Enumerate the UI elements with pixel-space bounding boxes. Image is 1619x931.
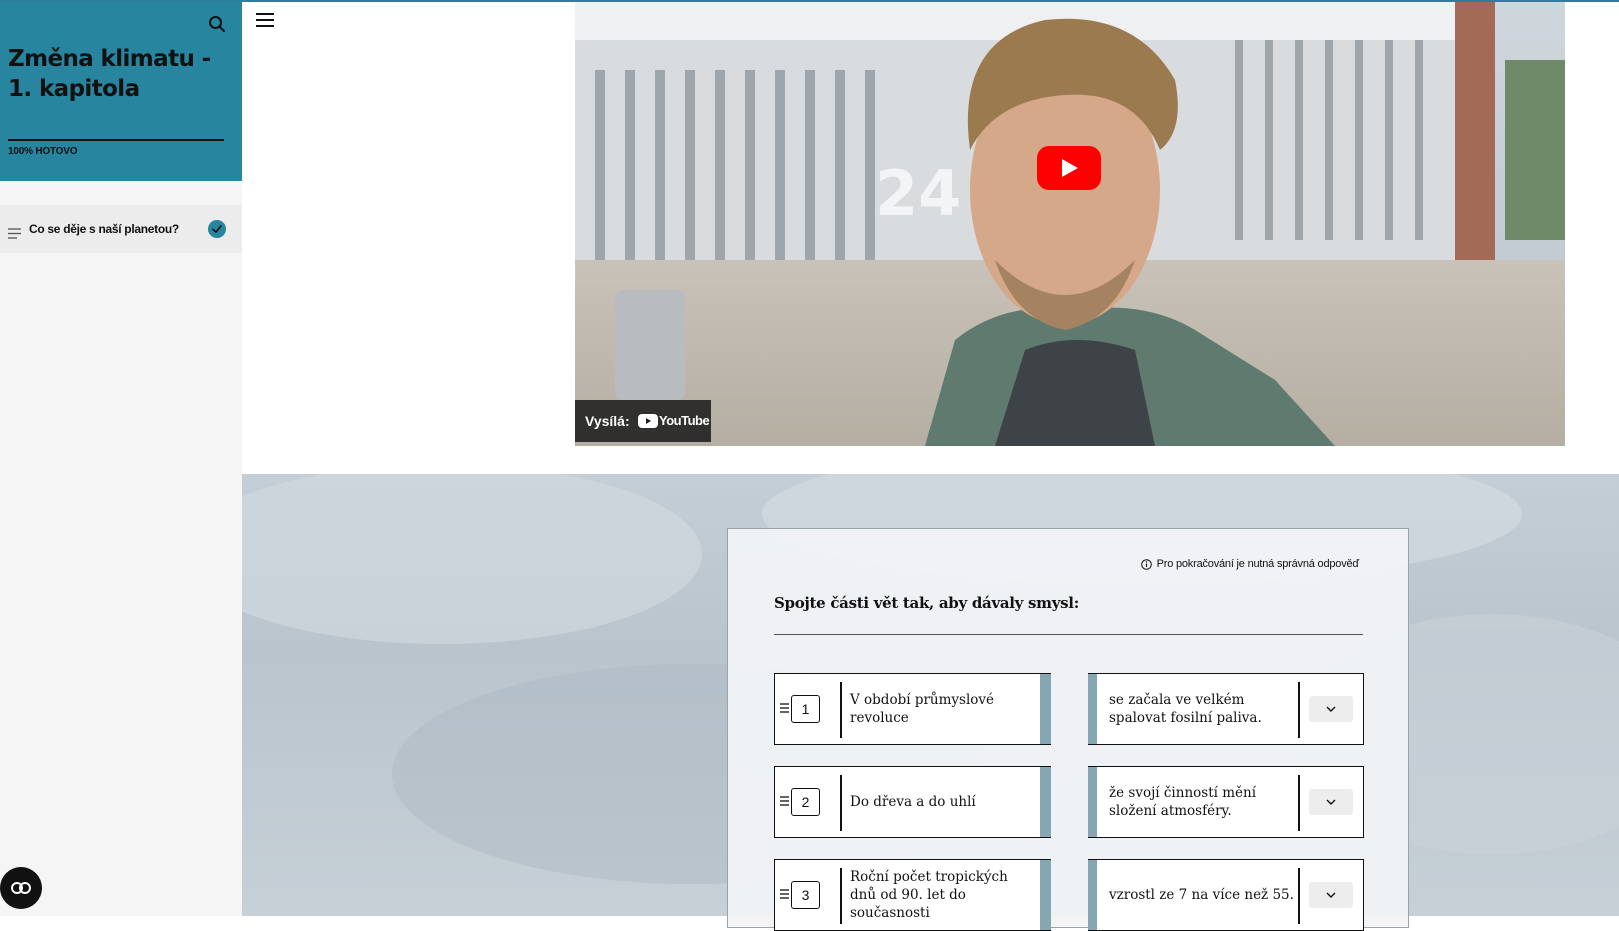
- option-text: Do dřeva a do uhlí: [850, 794, 976, 810]
- target-accent-bar: [1088, 767, 1097, 837]
- option-text: V období průmyslové revoluce: [850, 692, 995, 726]
- drag-grip-icon: [780, 703, 789, 713]
- match-select-dropdown[interactable]: [1309, 696, 1353, 722]
- youtube-wordmark: YouTube: [659, 413, 710, 428]
- target-accent-bar: [1088, 860, 1097, 930]
- progress-label: 100% HOTOVO: [8, 146, 78, 157]
- check-icon: [208, 220, 226, 238]
- target-accent-bar: [1088, 674, 1097, 744]
- course-sidebar: Změna klimatu - 1. kapitola 100% HOTOVO …: [0, 0, 242, 916]
- target-text: se začala ve velkém spalovat fosilní pal…: [1109, 692, 1262, 726]
- draggable-option-1[interactable]: 1 V období průmyslové revoluce: [774, 673, 1051, 745]
- hamburger-menu-icon[interactable]: [255, 12, 275, 28]
- top-accent-line: [0, 0, 1619, 2]
- video-thumbnail: 24: [575, 0, 1565, 446]
- youtube-badge-prefix: Vysílá:: [585, 413, 630, 429]
- question-divider: [774, 634, 1363, 635]
- progress-bar-fill: [8, 139, 224, 141]
- drag-grip-icon: [780, 796, 789, 806]
- youtube-watch-badge[interactable]: Vysílá: YouTube: [575, 400, 711, 442]
- accessibility-button[interactable]: [0, 867, 42, 909]
- matching-quiz-card: Pro pokračování je nutná správná odpověď…: [727, 528, 1409, 931]
- accessibility-icon: [11, 882, 31, 894]
- option-accent-bar: [1040, 860, 1051, 930]
- progress-bar: [8, 139, 224, 141]
- lesson-lines-icon: [8, 224, 21, 239]
- sidebar-item-label: Co se děje s naší planetou?: [29, 222, 179, 236]
- notice-text: Pro pokračování je nutná správná odpověď: [1156, 558, 1360, 570]
- drag-grip-icon: [780, 889, 789, 899]
- target-separator: [1298, 682, 1300, 738]
- option-number: 1: [791, 695, 820, 723]
- youtube-logo-icon: [638, 414, 658, 428]
- search-icon[interactable]: [207, 14, 227, 34]
- info-icon: [1140, 558, 1152, 570]
- match-select-dropdown[interactable]: [1309, 882, 1353, 908]
- course-title: Změna klimatu - 1. kapitola: [8, 46, 211, 102]
- draggable-option-2[interactable]: 2 Do dřeva a do uhlí: [774, 766, 1051, 838]
- match-target-2: že svojí činností mění složení atmosféry…: [1088, 766, 1364, 838]
- target-separator: [1298, 775, 1300, 831]
- option-separator: [840, 775, 842, 831]
- option-accent-bar: [1040, 767, 1051, 837]
- draggable-option-3[interactable]: 3 Roční počet tropických dnů od 90. let …: [774, 859, 1051, 931]
- chevron-down-icon: [1326, 706, 1336, 712]
- svg-text:24: 24: [875, 157, 961, 230]
- match-select-dropdown[interactable]: [1309, 789, 1353, 815]
- required-answer-notice: Pro pokračování je nutná správná odpověď: [1140, 558, 1360, 570]
- option-number: 3: [791, 881, 820, 909]
- video-embed[interactable]: 24 Vysílá: YouTube: [575, 0, 1565, 446]
- match-target-3: vzrostl ze 7 na více než 55.: [1088, 859, 1364, 931]
- target-text: vzrostl ze 7 na více než 55.: [1109, 887, 1294, 903]
- option-text: Roční počet tropických dnů od 90. let do…: [850, 869, 1008, 921]
- option-separator: [840, 682, 842, 738]
- option-number: 2: [791, 788, 820, 816]
- course-header: Změna klimatu - 1. kapitola 100% HOTOVO: [0, 0, 242, 181]
- target-text: že svojí činností mění složení atmosféry…: [1109, 785, 1257, 819]
- chevron-down-icon: [1326, 799, 1336, 805]
- match-target-1: se začala ve velkém spalovat fosilní pal…: [1088, 673, 1364, 745]
- chevron-down-icon: [1326, 892, 1336, 898]
- option-accent-bar: [1040, 674, 1051, 744]
- question-text: Spojte části vět tak, aby dávaly smysl:: [774, 594, 1079, 612]
- play-button[interactable]: [1037, 146, 1101, 190]
- sidebar-item-lesson-1[interactable]: Co se děje s naší planetou?: [0, 205, 242, 253]
- play-icon: [1037, 146, 1101, 190]
